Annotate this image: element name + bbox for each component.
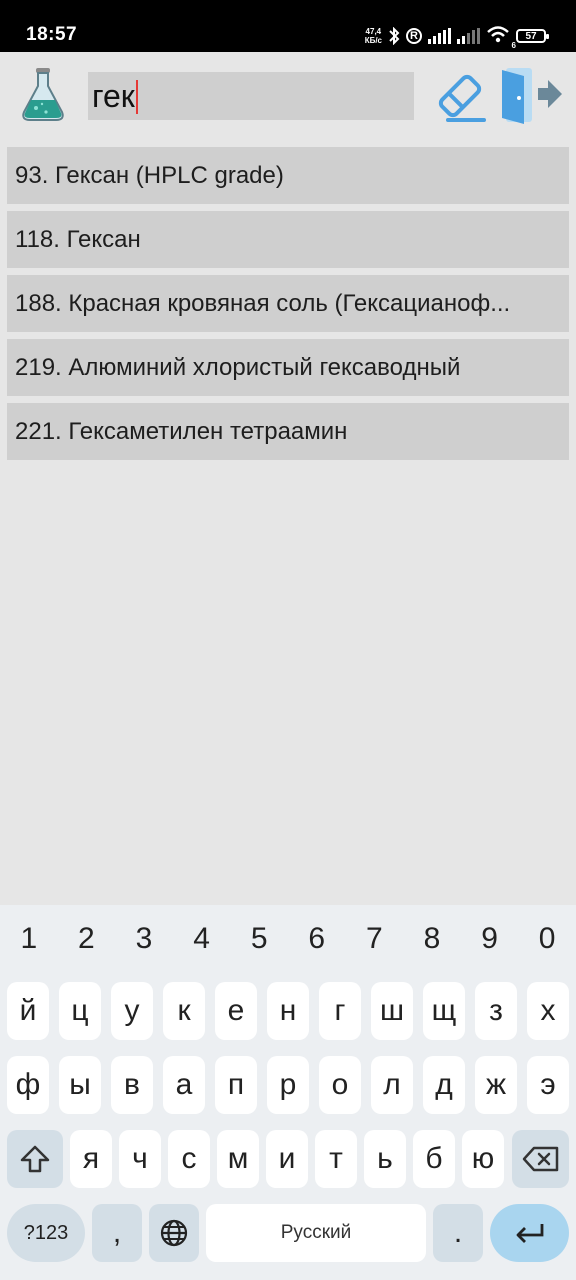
- key-letter[interactable]: ж: [475, 1056, 517, 1114]
- key-number[interactable]: 4: [173, 915, 231, 963]
- key-letter[interactable]: ю: [462, 1130, 504, 1188]
- backspace-key[interactable]: [512, 1130, 569, 1188]
- enter-arrow-icon: [516, 1224, 543, 1243]
- symbols-key[interactable]: ?123: [7, 1204, 85, 1262]
- key-letter[interactable]: х: [527, 982, 569, 1040]
- comma-key[interactable]: ,: [92, 1204, 142, 1262]
- key-letter[interactable]: а: [163, 1056, 205, 1114]
- key-letter[interactable]: р: [267, 1056, 309, 1114]
- key-number[interactable]: 1: [0, 915, 58, 963]
- shift-arrow-icon: [20, 1145, 50, 1173]
- key-letter[interactable]: б: [413, 1130, 455, 1188]
- results-list: 93. Гексан (HPLC grade) 118. Гексан 188.…: [7, 147, 569, 467]
- key-letter[interactable]: д: [423, 1056, 465, 1114]
- key-letter[interactable]: ц: [59, 982, 101, 1040]
- key-letter[interactable]: у: [111, 982, 153, 1040]
- battery-level: 57: [525, 30, 537, 42]
- key-letter[interactable]: к: [163, 982, 205, 1040]
- key-letter[interactable]: ч: [119, 1130, 161, 1188]
- list-item[interactable]: 221. Гексаметилен тетраамин: [7, 403, 569, 460]
- signal-icon-2: [457, 28, 480, 44]
- on-screen-keyboard: 1 2 3 4 5 6 7 8 9 0 й ц у к е н г ш щ з …: [0, 905, 576, 1280]
- language-key[interactable]: [149, 1204, 199, 1262]
- key-letter[interactable]: ф: [7, 1056, 49, 1114]
- keyboard-number-row: 1 2 3 4 5 6 7 8 9 0: [0, 915, 576, 963]
- key-number[interactable]: 7: [346, 915, 404, 963]
- key-letter[interactable]: с: [168, 1130, 210, 1188]
- key-letter[interactable]: о: [319, 1056, 361, 1114]
- key-number[interactable]: 6: [288, 915, 346, 963]
- status-bar: 18:57 47,4 КБ/с R 6 57: [0, 0, 576, 52]
- space-key[interactable]: Русский: [206, 1204, 426, 1262]
- keyboard-row-2: ф ы в а п р о л д ж э: [0, 1056, 576, 1114]
- globe-icon: [160, 1219, 188, 1247]
- enter-key[interactable]: [490, 1204, 569, 1262]
- signal-icon: [428, 28, 451, 44]
- toolbar: гек: [0, 52, 576, 140]
- network-speed-value: 47,4: [365, 27, 382, 36]
- list-item[interactable]: 118. Гексан: [7, 211, 569, 268]
- status-icons: 47,4 КБ/с R 6 57: [365, 24, 549, 50]
- key-letter[interactable]: я: [70, 1130, 112, 1188]
- backspace-icon: [522, 1146, 558, 1172]
- key-letter[interactable]: в: [111, 1056, 153, 1114]
- key-number[interactable]: 5: [230, 915, 288, 963]
- key-letter[interactable]: и: [266, 1130, 308, 1188]
- key-number[interactable]: 8: [403, 915, 461, 963]
- network-speed: 47,4 КБ/с: [365, 27, 382, 45]
- key-number[interactable]: 3: [115, 915, 173, 963]
- status-time: 18:57: [26, 24, 78, 45]
- period-key[interactable]: .: [433, 1204, 483, 1262]
- bluetooth-icon: [389, 27, 400, 45]
- keyboard-row-3: я ч с м и т ь б ю: [0, 1130, 576, 1188]
- key-letter[interactable]: п: [215, 1056, 257, 1114]
- text-caret: [135, 79, 138, 114]
- keyboard-row-4: ?123 , Русский .: [0, 1204, 576, 1262]
- exit-door-icon[interactable]: [500, 64, 564, 126]
- eraser-icon[interactable]: [432, 68, 488, 124]
- key-letter[interactable]: л: [371, 1056, 413, 1114]
- list-item[interactable]: 219. Алюминий хлористый гексаводный: [7, 339, 569, 396]
- key-number[interactable]: 0: [518, 915, 576, 963]
- key-letter[interactable]: й: [7, 982, 49, 1040]
- shift-key[interactable]: [7, 1130, 63, 1188]
- key-number[interactable]: 2: [58, 915, 116, 963]
- list-item[interactable]: 93. Гексан (HPLC grade): [7, 147, 569, 204]
- flask-icon[interactable]: [20, 66, 66, 122]
- key-letter[interactable]: ь: [364, 1130, 406, 1188]
- list-item[interactable]: 188. Красная кровяная соль (Гексацианоф.…: [7, 275, 569, 332]
- wifi-badge: 6: [511, 40, 516, 50]
- key-letter[interactable]: ы: [59, 1056, 101, 1114]
- key-letter[interactable]: е: [215, 982, 257, 1040]
- key-letter[interactable]: э: [527, 1056, 569, 1114]
- network-speed-unit: КБ/с: [364, 36, 382, 45]
- key-number[interactable]: 9: [461, 915, 519, 963]
- registered-icon: R: [406, 28, 422, 44]
- key-letter[interactable]: з: [475, 982, 517, 1040]
- key-letter[interactable]: ш: [371, 982, 413, 1040]
- key-letter[interactable]: н: [267, 982, 309, 1040]
- keyboard-row-1: й ц у к е н г ш щ з х: [0, 982, 576, 1040]
- key-letter[interactable]: т: [315, 1130, 357, 1188]
- key-letter[interactable]: щ: [423, 982, 465, 1040]
- key-letter[interactable]: г: [319, 982, 361, 1040]
- battery-icon: 57: [516, 29, 549, 43]
- wifi-icon: 6: [486, 25, 516, 50]
- search-input[interactable]: гек: [88, 72, 414, 120]
- search-value: гек: [92, 78, 135, 114]
- key-letter[interactable]: м: [217, 1130, 259, 1188]
